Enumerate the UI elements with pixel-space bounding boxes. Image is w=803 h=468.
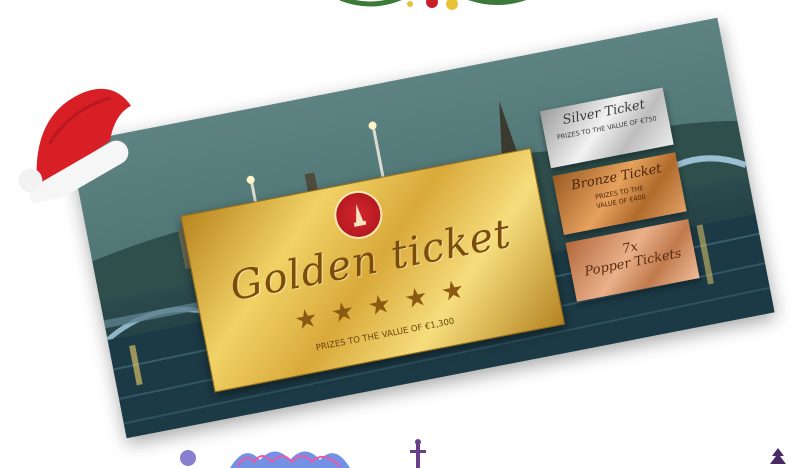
star-icon: ★ <box>438 274 468 309</box>
ornament-icon <box>770 448 786 464</box>
stage: Golden ticket ★ ★ ★ ★ ★ PRIZES TO THE VA… <box>0 0 803 468</box>
promo-banner[interactable]: Golden ticket ★ ★ ★ ★ ★ PRIZES TO THE VA… <box>69 17 775 439</box>
ornament-icon <box>180 450 196 466</box>
star-icon: ★ <box>401 281 431 316</box>
garland-icon <box>340 0 527 10</box>
star-icon: ★ <box>328 295 358 330</box>
star-icon: ★ <box>291 302 321 337</box>
star-icon: ★ <box>365 288 394 323</box>
ornament-icon <box>410 439 426 468</box>
ornament-strip <box>180 439 786 468</box>
ornament-icon <box>230 451 350 468</box>
